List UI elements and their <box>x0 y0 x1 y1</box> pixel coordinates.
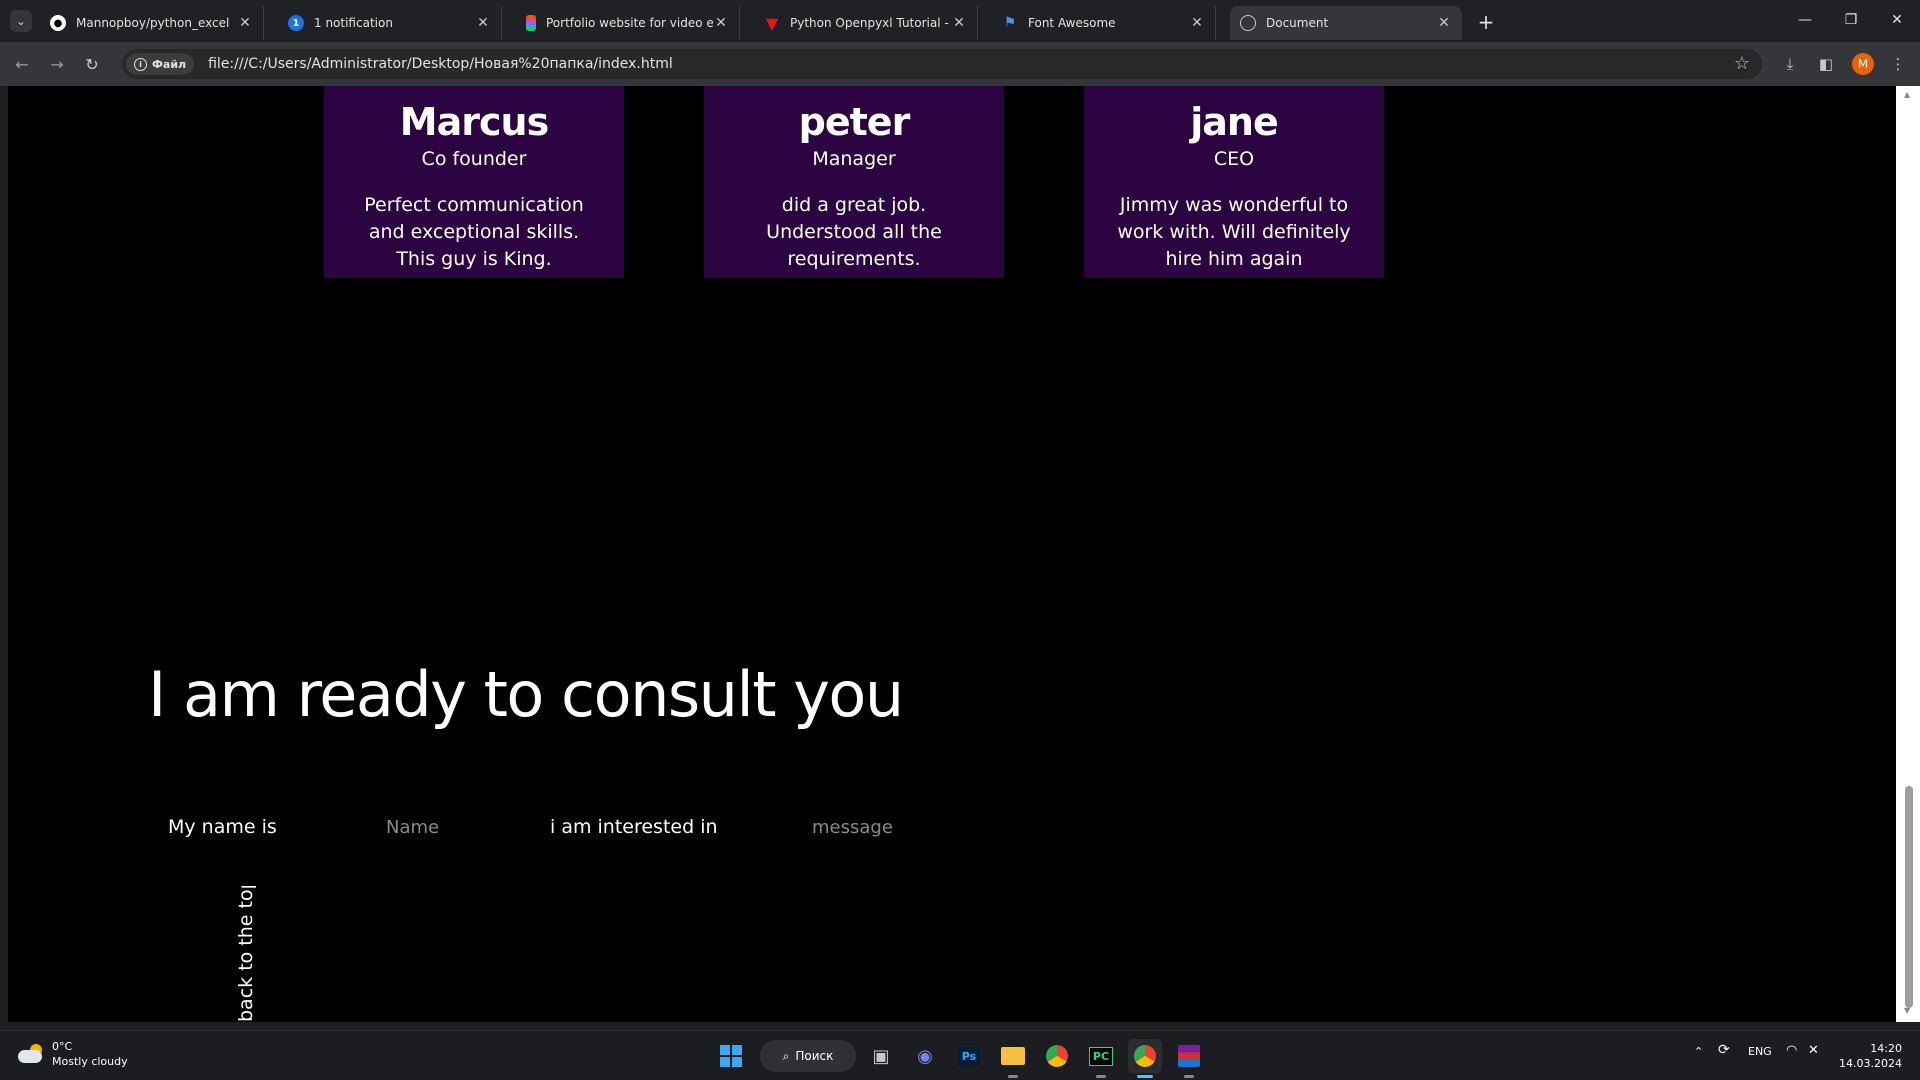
sync-icon[interactable]: ⟳ <box>1718 1042 1730 1058</box>
search-label: Поиск <box>795 1049 834 1063</box>
back-to-top-label: back to the top <box>235 886 257 1022</box>
close-tab-icon[interactable]: ✕ <box>1189 15 1205 31</box>
testimonial-quote: did a great job. Understood all the requ… <box>766 194 942 270</box>
forward-arrow-icon[interactable]: → <box>43 50 71 78</box>
testimonial-name: peter <box>798 100 911 144</box>
tab-title: Portfolio website for video edito <box>546 16 713 30</box>
close-tab-icon[interactable]: ✕ <box>713 15 729 31</box>
tab-javatpoint[interactable]: ▼ Python Openpyxl Tutorial - java ✕ <box>754 6 978 40</box>
pycharm-icon[interactable]: PC <box>1084 1039 1118 1073</box>
testimonial-quote: Perfect communication and exceptional sk… <box>364 194 584 270</box>
weather-desc: Mostly cloudy <box>52 1055 128 1068</box>
tab-github[interactable]: ● Mannopboy/python_excel ✕ <box>40 6 264 40</box>
pycharm-label: PC <box>1088 1046 1114 1066</box>
testimonial-role: Co founder <box>421 148 527 170</box>
winrar-icon[interactable] <box>1172 1039 1206 1073</box>
testimonial-role: Manager <box>812 148 896 170</box>
page-viewport: Marcus Co founder Perfect communication … <box>8 86 1896 1022</box>
consult-heading: I am ready to consult you <box>148 658 904 731</box>
volume-muted-icon[interactable]: ✕ <box>1808 1043 1819 1058</box>
download-icon[interactable]: ⤓ <box>1778 52 1802 76</box>
site-info-chip[interactable]: i Файл <box>126 53 195 75</box>
reload-icon[interactable]: ↻ <box>78 50 106 78</box>
testimonial-role: CEO <box>1213 148 1255 170</box>
side-panel-icon[interactable]: ◧ <box>1814 52 1838 76</box>
chrome-profile-icon[interactable] <box>1128 1039 1162 1073</box>
task-view-icon[interactable]: ▣ <box>864 1039 898 1073</box>
weather-temp: 0°C <box>52 1040 73 1053</box>
clock-date: 14.03.2024 <box>1839 1057 1902 1070</box>
tab-title: 1 notification <box>314 16 393 30</box>
running-indicator <box>1096 1075 1106 1078</box>
flag-icon: ⚑ <box>1003 15 1017 31</box>
close-window-icon[interactable]: ✕ <box>1874 0 1920 40</box>
weather-widget[interactable]: 0°C Mostly cloudy <box>18 1039 128 1069</box>
tab-notification[interactable]: 1 1 notification ✕ <box>278 6 502 40</box>
teams-chat-icon[interactable]: ◉ <box>908 1039 942 1073</box>
photoshop-icon[interactable]: Ps <box>952 1039 986 1073</box>
testimonial-name: jane <box>1190 100 1279 144</box>
testimonial-card-peter: peter Manager did a great job. Understoo… <box>704 86 1004 278</box>
close-tab-icon[interactable]: ✕ <box>951 15 967 31</box>
windows-start-icon[interactable] <box>714 1039 748 1073</box>
site-info-label: Файл <box>152 57 187 71</box>
close-tab-icon[interactable]: ✕ <box>1436 15 1452 31</box>
back-arrow-icon[interactable]: ← <box>8 50 36 78</box>
profile-avatar[interactable]: M <box>1852 53 1874 75</box>
wifi-icon[interactable]: ◠ <box>1786 1043 1797 1058</box>
close-tab-icon[interactable]: ✕ <box>237 15 253 31</box>
tab-strip: ⌄ ● Mannopboy/python_excel ✕ 1 1 notific… <box>0 0 1920 42</box>
taskbar-search[interactable]: ⌕ Поиск <box>760 1040 856 1072</box>
name-input[interactable] <box>386 812 536 842</box>
clock-time: 14:20 <box>1870 1042 1902 1055</box>
system-clock[interactable]: 14:20 14.03.2024 <box>1838 1041 1902 1071</box>
page-scrollbar[interactable]: ▲ ▼ <box>1896 86 1920 1022</box>
tab-title: Mannopboy/python_excel <box>76 16 230 30</box>
language-indicator[interactable]: ENG <box>1748 1045 1772 1058</box>
interest-label: i am interested in <box>550 816 718 838</box>
tab-figma[interactable]: Portfolio website for video edito ✕ <box>516 6 740 40</box>
info-icon: i <box>134 57 147 71</box>
tray-chevron-up-icon[interactable]: ⌃ <box>1694 1045 1703 1058</box>
search-icon: ⌕ <box>782 1048 790 1063</box>
bookmark-star-icon[interactable]: ☆ <box>1734 53 1750 74</box>
scroll-down-arrow-icon[interactable]: ▼ <box>1904 1006 1910 1015</box>
name-label: My name is <box>168 816 277 838</box>
new-tab-icon[interactable]: + <box>1472 8 1500 36</box>
windows-taskbar: 0°C Mostly cloudy ⌕ Поиск ▣ ◉ Ps PC ⌃ ⟳ … <box>0 1030 1920 1080</box>
address-bar[interactable]: i Файл file:///C:/Users/Administrator/De… <box>122 49 1762 79</box>
close-tab-icon[interactable]: ✕ <box>475 15 491 31</box>
menu-kebab-icon[interactable]: ⋮ <box>1886 52 1910 76</box>
back-to-top-link[interactable]: back to the top <box>234 886 264 1022</box>
github-icon: ● <box>50 15 66 31</box>
running-indicator-active <box>1137 1075 1153 1078</box>
tab-title: Document <box>1266 16 1329 30</box>
testimonial-card-jane: jane CEO Jimmy was wonderful to work wit… <box>1084 86 1384 278</box>
javatpoint-icon: ▼ <box>765 13 779 33</box>
tab-title: Font Awesome <box>1028 16 1116 30</box>
photoshop-label: Ps <box>957 1046 981 1066</box>
running-indicator <box>1184 1075 1194 1078</box>
browser-toolbar: ← → ↻ i Файл file:///C:/Users/Administra… <box>0 42 1920 86</box>
chrome-icon[interactable] <box>1040 1039 1074 1073</box>
cloudy-weather-icon <box>18 1044 44 1064</box>
message-input[interactable] <box>812 812 962 842</box>
tab-title: Python Openpyxl Tutorial - java <box>790 16 951 30</box>
running-indicator <box>1008 1075 1018 1078</box>
scroll-up-arrow-icon[interactable]: ▲ <box>1904 90 1910 99</box>
minimize-icon[interactable]: — <box>1782 0 1828 40</box>
globe-icon <box>1240 15 1256 31</box>
restore-icon[interactable]: ❐ <box>1828 0 1874 40</box>
tab-font-awesome[interactable]: ⚑ Font Awesome ✕ <box>992 6 1216 40</box>
figma-icon <box>526 15 536 31</box>
notification-badge-icon: 1 <box>288 15 304 31</box>
scrollbar-thumb[interactable] <box>1905 786 1913 1008</box>
tab-document[interactable]: Document ✕ <box>1230 6 1462 40</box>
testimonial-card-marcus: Marcus Co founder Perfect communication … <box>324 86 624 278</box>
file-explorer-icon[interactable] <box>996 1039 1030 1073</box>
url-text[interactable]: file:///C:/Users/Administrator/Desktop/Н… <box>208 56 673 72</box>
testimonial-name: Marcus <box>399 100 549 144</box>
tab-search-chevron-icon[interactable]: ⌄ <box>10 10 32 32</box>
testimonial-quote: Jimmy was wonderful to work with. Will d… <box>1117 194 1351 270</box>
